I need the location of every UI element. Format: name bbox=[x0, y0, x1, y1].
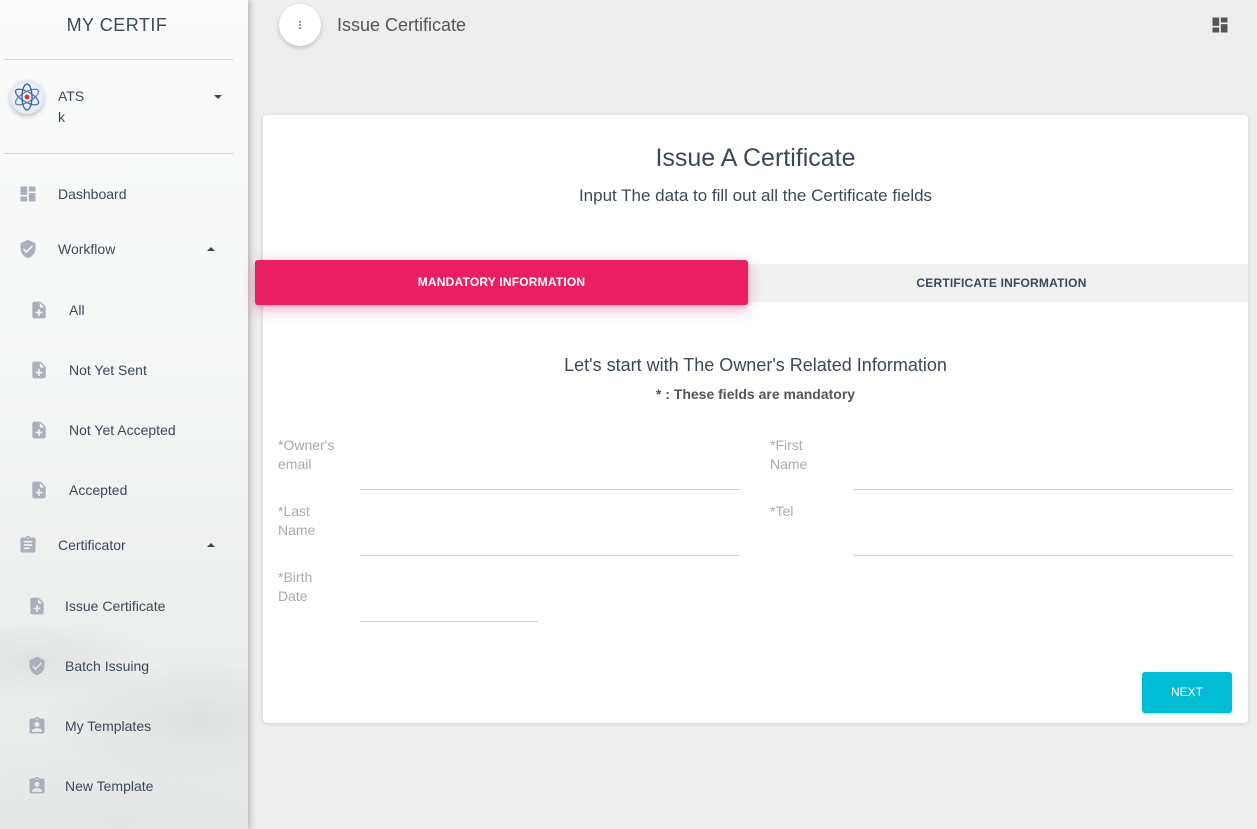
dashboard-button[interactable] bbox=[1210, 15, 1230, 35]
note-add-icon bbox=[32, 361, 46, 379]
verified-shield-icon bbox=[20, 239, 36, 259]
sidebar-item-label: Batch Issuing bbox=[65, 658, 150, 674]
birth-date-label-line2: Date bbox=[278, 588, 308, 604]
sidebar-item-all[interactable]: All bbox=[0, 290, 240, 330]
avatar bbox=[10, 80, 44, 114]
card-title: Issue A Certificate bbox=[655, 144, 856, 172]
last-name-label: *Last Name bbox=[278, 502, 348, 540]
sidebar-item-label: My Templates bbox=[65, 718, 152, 734]
sidebar-item-new-template[interactable]: New Template bbox=[0, 766, 240, 806]
sidebar-item-my-templates[interactable]: My Templates bbox=[0, 706, 240, 746]
birth-date-label-line1: *Birth bbox=[278, 569, 313, 585]
sidebar: MY CERTIF ATS k Dashboard Workflow All N… bbox=[0, 0, 248, 829]
sidebar-item-label: Not Yet Accepted bbox=[69, 422, 176, 438]
sidebar-item-certificator[interactable]: Certificator bbox=[0, 525, 240, 565]
sidebar-item-label: All bbox=[69, 302, 85, 318]
section-title: Let's start with The Owner's Related Inf… bbox=[564, 355, 947, 375]
last-name-label-line1: *Last bbox=[278, 503, 310, 519]
sidebar-divider bbox=[4, 153, 233, 154]
mandatory-note: * : These fields are mandatory bbox=[655, 386, 856, 402]
owner-email-field[interactable] bbox=[360, 460, 740, 490]
birth-date-label: *Birth Date bbox=[278, 568, 348, 606]
user-name: ATS bbox=[58, 88, 85, 104]
owner-email-label-line1: *Owner's bbox=[278, 437, 335, 453]
first-name-label-line1: *First bbox=[770, 437, 803, 453]
sidebar-item-label: Dashboard bbox=[58, 186, 127, 202]
sidebar-item-label: Workflow bbox=[58, 241, 116, 257]
caret-down-icon bbox=[214, 95, 222, 99]
assignment-ind-icon bbox=[29, 776, 45, 794]
sidebar-item-label: Issue Certificate bbox=[65, 598, 166, 614]
owner-email-label-line2: email bbox=[278, 456, 312, 472]
sidebar-divider bbox=[4, 59, 233, 60]
issue-certificate-card: Issue A Certificate Input The data to fi… bbox=[263, 115, 1248, 723]
tel-field[interactable] bbox=[853, 526, 1233, 556]
first-name-field[interactable] bbox=[853, 460, 1233, 490]
user-menu[interactable]: ATS k bbox=[10, 80, 240, 130]
owner-email-label: *Owner's email bbox=[278, 436, 348, 474]
tel-label-line1: *Tel bbox=[770, 503, 794, 519]
sidebar-item-workflow[interactable]: Workflow bbox=[0, 229, 240, 269]
sidebar-item-label: Certificator bbox=[58, 537, 126, 553]
page-title: Issue Certificate bbox=[337, 15, 467, 35]
user-subtitle: k bbox=[58, 109, 65, 125]
last-name-field[interactable] bbox=[360, 526, 740, 556]
assignment-icon bbox=[20, 535, 36, 553]
first-name-label: *First Name bbox=[770, 436, 840, 474]
sidebar-item-label: New Template bbox=[65, 778, 154, 794]
dashboard-icon bbox=[20, 186, 36, 202]
note-add-icon bbox=[32, 481, 46, 499]
sidebar-item-batch-issuing[interactable]: Batch Issuing bbox=[0, 646, 240, 686]
caret-up-icon bbox=[207, 247, 215, 251]
sidebar-item-accepted[interactable]: Accepted bbox=[0, 470, 240, 510]
sidebar-item-not-yet-accepted[interactable]: Not Yet Accepted bbox=[0, 410, 240, 450]
birth-date-field[interactable] bbox=[360, 592, 538, 622]
last-name-label-line2: Name bbox=[278, 522, 316, 538]
note-add-icon bbox=[30, 597, 44, 615]
tel-label: *Tel bbox=[770, 502, 840, 521]
sidebar-item-not-yet-sent[interactable]: Not Yet Sent bbox=[0, 350, 240, 390]
note-add-icon bbox=[32, 421, 46, 439]
tab-certificate-information[interactable]: CERTIFICATE INFORMATION bbox=[748, 264, 1255, 302]
sidebar-item-label: Accepted bbox=[69, 482, 128, 498]
more-vert-icon bbox=[299, 21, 301, 29]
assignment-ind-icon bbox=[29, 716, 45, 734]
caret-up-icon bbox=[207, 543, 215, 547]
dashboard-icon bbox=[1212, 17, 1228, 33]
sidebar-toggle-button[interactable] bbox=[279, 4, 321, 46]
sidebar-item-label: Not Yet Sent bbox=[69, 362, 147, 378]
first-name-label-line2: Name bbox=[770, 456, 808, 472]
brand-title[interactable]: MY CERTIF bbox=[0, 0, 234, 50]
note-add-icon bbox=[32, 301, 46, 319]
sidebar-item-issue-certificate[interactable]: Issue Certificate bbox=[0, 586, 240, 626]
card-subtitle: Input The data to fill out all the Certi… bbox=[578, 186, 933, 205]
sidebar-item-dashboard[interactable]: Dashboard bbox=[0, 174, 240, 214]
tab-mandatory-information[interactable]: MANDATORY INFORMATION bbox=[255, 260, 748, 305]
next-button[interactable]: NEXT bbox=[1142, 672, 1232, 713]
atom-logo-icon bbox=[14, 83, 40, 111]
verified-shield-icon bbox=[29, 656, 45, 676]
